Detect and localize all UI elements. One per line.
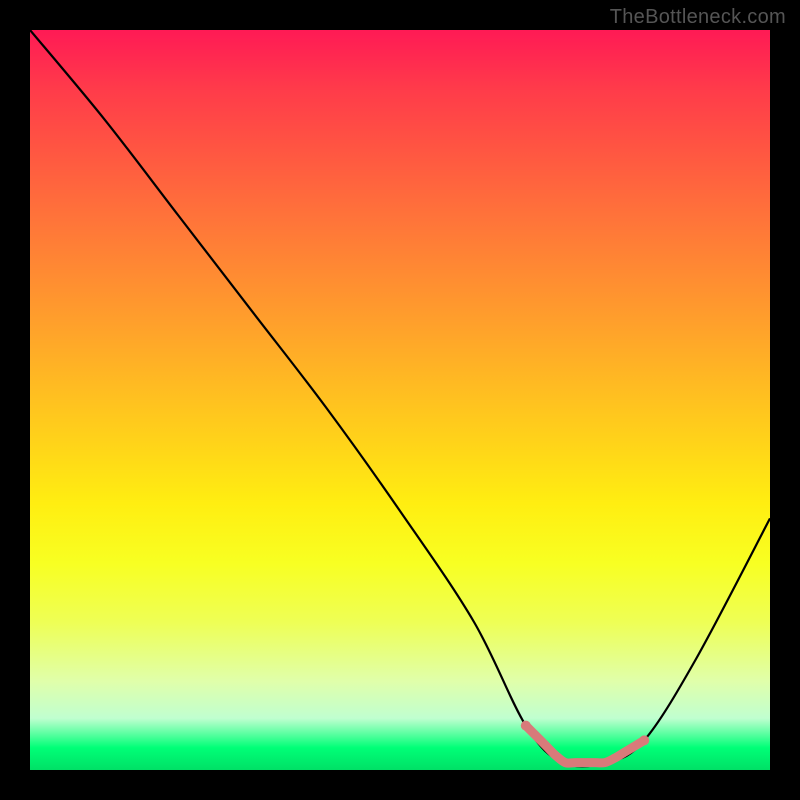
chart-frame: TheBottleneck.com	[0, 0, 800, 800]
bottleneck-curve-svg	[30, 30, 770, 770]
plot-area	[30, 30, 770, 770]
watermark-text: TheBottleneck.com	[610, 6, 786, 29]
bottleneck-curve-line	[30, 30, 770, 766]
flat-region-highlight	[526, 726, 644, 764]
flat-region-start-dot	[521, 721, 531, 731]
flat-region-end-dot	[639, 735, 649, 745]
